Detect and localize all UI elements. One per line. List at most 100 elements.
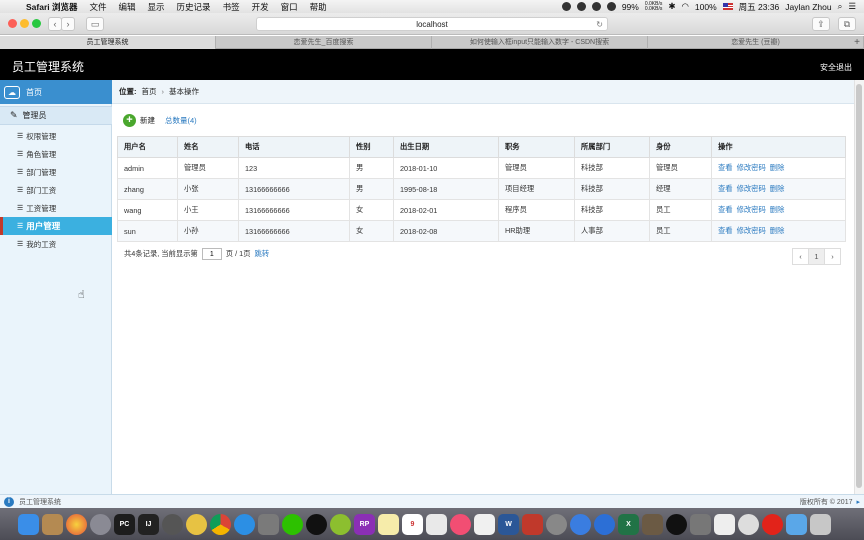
wifi-icon[interactable]: ◠ bbox=[681, 1, 688, 12]
new-tab-button[interactable]: + bbox=[854, 36, 860, 49]
jump-link[interactable]: 跳转 bbox=[255, 249, 270, 259]
sidebar-item-salary[interactable]: ☰ 工资管理 bbox=[0, 199, 112, 217]
itunes-icon[interactable] bbox=[450, 513, 471, 535]
qq-icon[interactable] bbox=[576, 2, 586, 11]
menu-history[interactable]: 历史记录 bbox=[171, 1, 217, 13]
tab-overview-icon[interactable]: ⧉ bbox=[838, 17, 856, 31]
menu-develop[interactable]: 开发 bbox=[246, 1, 275, 13]
sidebar-group-admin[interactable]: ✎ 管理员 bbox=[0, 106, 112, 125]
menu-window[interactable]: 窗口 bbox=[275, 1, 304, 13]
safari-icon[interactable] bbox=[234, 513, 255, 535]
record-icon[interactable] bbox=[561, 2, 571, 11]
notes-app-icon[interactable] bbox=[42, 513, 63, 535]
music-icon[interactable] bbox=[606, 2, 616, 11]
menu-file[interactable]: 文件 bbox=[84, 1, 113, 13]
intellij-icon[interactable]: IJ bbox=[138, 513, 159, 535]
app-icon[interactable] bbox=[522, 513, 543, 535]
reminders-icon[interactable] bbox=[426, 513, 447, 535]
teamviewer-icon[interactable] bbox=[594, 513, 615, 535]
clock[interactable]: 周五 23:36 bbox=[739, 1, 780, 13]
qq-icon[interactable] bbox=[666, 513, 687, 535]
change-password-link[interactable]: 修改密码 bbox=[737, 184, 766, 193]
app-icon[interactable] bbox=[330, 513, 351, 535]
prev-page-button[interactable]: ‹ bbox=[792, 248, 809, 265]
netease-music-icon[interactable] bbox=[762, 513, 783, 535]
delete-link[interactable]: 删除 bbox=[770, 226, 785, 235]
page-number-input[interactable] bbox=[201, 248, 222, 260]
menu-app-name[interactable]: Safari 浏览器 bbox=[20, 1, 84, 13]
reload-icon[interactable]: ↻ bbox=[596, 18, 603, 31]
downloads-folder-icon[interactable] bbox=[786, 513, 807, 535]
back-button[interactable]: ‹ bbox=[48, 17, 62, 31]
tab-baidu-search[interactable]: 恋爱先生_百度搜索 bbox=[216, 36, 432, 49]
trash-icon[interactable] bbox=[810, 513, 831, 535]
sidebar-item-dept-salary[interactable]: ☰ 部门工资 bbox=[0, 181, 112, 199]
view-link[interactable]: 查看 bbox=[718, 226, 733, 235]
add-user-button[interactable]: 新建 bbox=[140, 115, 155, 126]
page-button-1[interactable]: 1 bbox=[808, 248, 825, 265]
sidebar-home[interactable]: ☁ 首页 bbox=[0, 80, 112, 104]
wechat-icon[interactable] bbox=[591, 2, 601, 11]
address-bar[interactable]: localhost ↻ bbox=[256, 17, 608, 31]
qq-icon[interactable] bbox=[306, 513, 327, 535]
breadcrumb-home[interactable]: 首页 bbox=[142, 86, 157, 97]
bluetooth-icon[interactable]: ✱ bbox=[668, 1, 675, 12]
change-password-link[interactable]: 修改密码 bbox=[737, 163, 766, 172]
view-link[interactable]: 查看 bbox=[718, 184, 733, 193]
sidebar-toggle-icon[interactable]: ▭ bbox=[86, 17, 104, 31]
sidebar-item-permissions[interactable]: ☰ 权限管理 bbox=[0, 127, 112, 145]
calendar-icon[interactable]: 9 bbox=[402, 513, 423, 535]
next-page-button[interactable]: › bbox=[824, 248, 841, 265]
expand-arrow-icon[interactable]: ▸ bbox=[856, 498, 860, 506]
excel-icon[interactable]: X bbox=[618, 513, 639, 535]
view-link[interactable]: 查看 bbox=[718, 163, 733, 172]
add-icon[interactable]: + bbox=[123, 113, 136, 127]
app-icon[interactable] bbox=[642, 513, 663, 535]
delete-link[interactable]: 删除 bbox=[770, 205, 785, 214]
preview-icon[interactable] bbox=[258, 513, 279, 535]
input-source-flag-icon[interactable] bbox=[722, 3, 733, 10]
app-store-icon[interactable] bbox=[474, 513, 495, 535]
pycharm-icon[interactable]: PC bbox=[114, 513, 135, 535]
tab-douban[interactable]: 恋爱先生 (豆瓣) bbox=[648, 36, 864, 49]
finder-icon[interactable] bbox=[18, 513, 39, 535]
photos-icon[interactable] bbox=[66, 513, 87, 535]
tab-csdn-search[interactable]: 如何使输入框input只能输入数字 - CSDN搜索 bbox=[432, 36, 648, 49]
minimize-window-button[interactable] bbox=[20, 19, 29, 28]
spotlight-icon[interactable]: ⌕ bbox=[838, 1, 843, 12]
baidu-netdisk-icon[interactable] bbox=[570, 513, 591, 535]
app-icon[interactable] bbox=[738, 513, 759, 535]
word-icon[interactable]: W bbox=[498, 513, 519, 535]
forward-button[interactable]: › bbox=[61, 17, 75, 31]
sidebar-item-departments[interactable]: ☰ 部门管理 bbox=[0, 163, 112, 181]
app-icon[interactable] bbox=[690, 513, 711, 535]
total-count-link[interactable]: 总数量(4) bbox=[165, 115, 197, 126]
axure-rp-icon[interactable]: RP bbox=[354, 513, 375, 535]
wechat-icon[interactable] bbox=[282, 513, 303, 535]
delete-link[interactable]: 删除 bbox=[770, 163, 785, 172]
vertical-scrollbar[interactable] bbox=[854, 80, 864, 494]
change-password-link[interactable]: 修改密码 bbox=[737, 226, 766, 235]
menu-view[interactable]: 显示 bbox=[142, 1, 171, 13]
user-name[interactable]: Jaylan Zhou bbox=[785, 2, 831, 12]
close-window-button[interactable] bbox=[8, 19, 17, 28]
sidebar-item-users[interactable]: ☰ 用户管理 bbox=[0, 217, 112, 235]
notification-center-icon[interactable]: ☰ bbox=[848, 1, 856, 12]
change-password-link[interactable]: 修改密码 bbox=[737, 205, 766, 214]
menu-edit[interactable]: 编辑 bbox=[113, 1, 142, 13]
battery-text[interactable]: 100% bbox=[695, 2, 717, 12]
view-link[interactable]: 查看 bbox=[718, 205, 733, 214]
java-icon[interactable] bbox=[714, 513, 735, 535]
sidebar-item-roles[interactable]: ☰ 角色管理 bbox=[0, 145, 112, 163]
logout-link[interactable]: 安全退出 bbox=[820, 62, 852, 73]
menu-bookmarks[interactable]: 书签 bbox=[217, 1, 246, 13]
tab-employee-system[interactable]: 员工管理系统 bbox=[0, 36, 216, 49]
stickies-icon[interactable] bbox=[378, 513, 399, 535]
delete-link[interactable]: 删除 bbox=[770, 184, 785, 193]
scrollbar-thumb[interactable] bbox=[856, 84, 862, 488]
chrome-icon[interactable] bbox=[210, 513, 231, 535]
app-icon[interactable] bbox=[186, 513, 207, 535]
sidebar-item-my-salary[interactable]: ☰ 我的工资 bbox=[0, 235, 112, 253]
launchpad-icon[interactable] bbox=[90, 513, 111, 535]
share-icon[interactable]: ⇪ bbox=[812, 17, 830, 31]
